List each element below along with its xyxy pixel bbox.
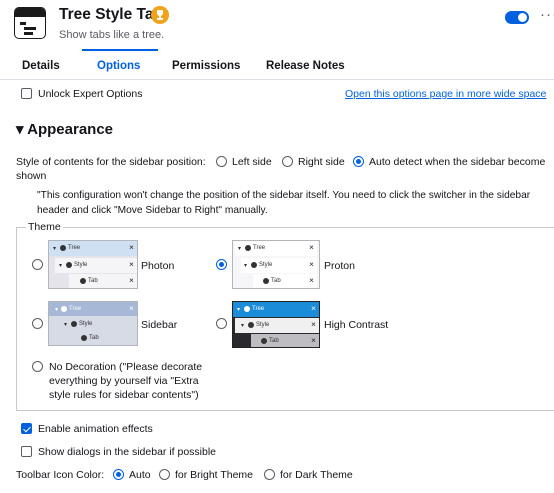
show-dialogs-label[interactable]: Show dialogs in the sidebar if possible <box>38 446 216 458</box>
enable-animation-checkbox[interactable] <box>21 423 32 434</box>
photon-preview[interactable]: ▾ Tree × ▾ Style × Tab × <box>48 240 138 289</box>
proton-radio[interactable] <box>216 259 227 270</box>
tabs-divider <box>0 79 554 80</box>
extension-icon <box>14 7 46 39</box>
appearance-heading[interactable]: ▾ Appearance <box>16 120 113 138</box>
photon-label[interactable]: Photon <box>141 260 174 272</box>
extension-title: Tree Style Tab <box>59 6 163 23</box>
high-contrast-radio[interactable] <box>216 318 227 329</box>
enable-animation-label[interactable]: Enable animation effects <box>38 423 153 435</box>
icon-color-auto-label[interactable]: Auto <box>129 469 151 481</box>
trophy-icon <box>151 6 169 24</box>
auto-detect-radio[interactable] <box>353 156 364 167</box>
no-decoration-label-2[interactable]: everything by yourself via "Extra <box>49 375 199 387</box>
right-side-radio[interactable] <box>282 156 293 167</box>
theme-legend: Theme <box>26 221 63 233</box>
high-contrast-preview[interactable]: ▾ Tree × ▾ Style × Tab × <box>232 301 320 348</box>
high-contrast-label[interactable]: High Contrast <box>324 319 388 331</box>
sidebar-theme-radio[interactable] <box>32 318 43 329</box>
sidebar-position-label: Style of contents for the sidebar positi… <box>16 156 206 168</box>
tab-release-notes[interactable]: Release Notes <box>266 60 345 72</box>
icon-color-bright-label[interactable]: for Bright Theme <box>175 469 253 481</box>
icon-color-dark-label[interactable]: for Dark Theme <box>280 469 353 481</box>
photon-radio[interactable] <box>32 259 43 270</box>
no-decoration-radio[interactable] <box>32 361 43 372</box>
auto-detect-label[interactable]: Auto detect when the sidebar become <box>369 156 545 168</box>
toolbar-icon-color-label: Toolbar Icon Color: <box>16 469 105 481</box>
tab-options[interactable]: Options <box>97 60 140 72</box>
proton-label[interactable]: Proton <box>324 260 355 272</box>
position-note-line2: header and click "Move Sidebar to Right"… <box>37 205 268 216</box>
tab-details[interactable]: Details <box>22 60 60 72</box>
no-decoration-label-1[interactable]: No Decoration ("Please decorate <box>49 361 202 373</box>
sidebar-theme-preview[interactable]: ▾ Tree × ▾ Style Tab <box>48 301 138 346</box>
left-side-label[interactable]: Left side <box>232 156 272 168</box>
no-decoration-label-3[interactable]: style rules for sidebar contents") <box>49 389 199 401</box>
right-side-label[interactable]: Right side <box>298 156 345 168</box>
tab-permissions[interactable]: Permissions <box>172 60 240 72</box>
icon-color-auto-radio[interactable] <box>113 469 124 480</box>
icon-color-bright-radio[interactable] <box>159 469 170 480</box>
active-tab-indicator <box>82 49 158 51</box>
unlock-expert-label[interactable]: Unlock Expert Options <box>38 88 142 100</box>
enable-toggle[interactable] <box>505 11 529 24</box>
left-side-radio[interactable] <box>216 156 227 167</box>
wide-space-link[interactable]: Open this options page in more wide spac… <box>345 88 546 100</box>
unlock-expert-checkbox[interactable] <box>21 88 32 99</box>
icon-color-dark-radio[interactable] <box>264 469 275 480</box>
position-note-line1: "This configuration won't change the pos… <box>37 190 531 201</box>
more-options-icon[interactable]: ··· <box>540 6 554 23</box>
extension-description: Show tabs like a tree. <box>59 29 165 41</box>
auto-detect-label-cont: shown <box>16 170 47 182</box>
show-dialogs-checkbox[interactable] <box>21 446 32 457</box>
proton-preview[interactable]: ▾ Tree × ▾ Style × Tab × <box>232 240 320 289</box>
sidebar-theme-label[interactable]: Sidebar <box>141 319 177 331</box>
